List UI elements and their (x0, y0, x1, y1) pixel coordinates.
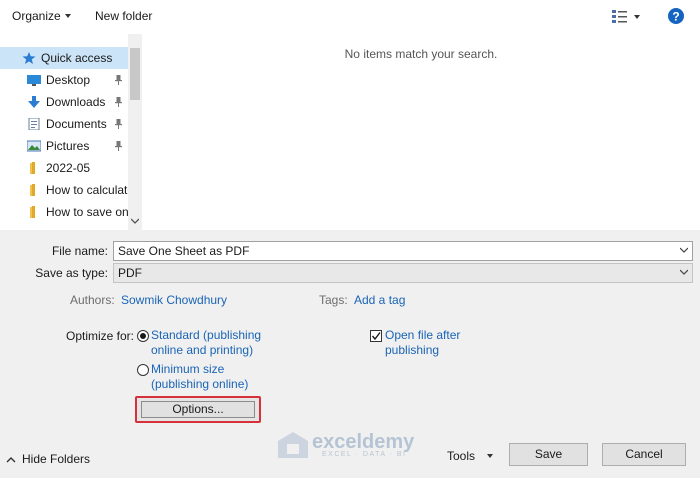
organize-label: Organize (12, 9, 61, 23)
pin-icon[interactable] (115, 141, 122, 151)
chevron-down-icon (487, 454, 494, 458)
tags-label: Tags: (319, 293, 348, 307)
folder-icon (30, 206, 35, 218)
minimum-size-radio[interactable] (137, 364, 149, 376)
minimum-line1: Minimum size (151, 362, 225, 376)
nav-item-pictures[interactable]: Pictures (0, 135, 128, 157)
save-as-type-value: PDF (118, 266, 142, 280)
folder-icon (30, 184, 35, 196)
scrollbar-thumb[interactable] (130, 48, 140, 100)
authors-label: Authors: (70, 293, 115, 307)
cancel-button[interactable]: Cancel (602, 443, 686, 466)
svg-text:?: ? (672, 10, 679, 24)
nav-item-documents[interactable]: Documents (0, 113, 128, 135)
download-icon (28, 96, 40, 108)
add-tag-link[interactable]: Add a tag (354, 293, 405, 307)
help-button[interactable]: ? (668, 8, 684, 27)
chevron-down-icon (680, 247, 688, 253)
save-as-type-select[interactable]: PDF (113, 263, 693, 283)
pictures-icon (27, 140, 41, 152)
file-name-value: Save One Sheet as PDF (118, 244, 250, 258)
watermark-tagline: EXCEL · DATA · BI (322, 450, 407, 458)
file-name-field[interactable]: Save One Sheet as PDF (113, 241, 693, 261)
nav-item-desktop[interactable]: Desktop (0, 69, 128, 91)
minimum-size-option-label[interactable]: Minimum size (publishing online) (151, 362, 248, 392)
nav-item-folder-2022-05[interactable]: 2022-05 (0, 157, 128, 179)
file-name-label: File name: (51, 244, 108, 258)
nav-item-label: 2022-05 (46, 161, 91, 175)
watermark-name: exceldemy (312, 430, 415, 453)
open-after-line1: Open file after (385, 328, 461, 342)
pin-icon[interactable] (115, 97, 122, 107)
nav-item-downloads[interactable]: Downloads (0, 91, 128, 113)
pin-icon[interactable] (115, 119, 122, 129)
toolbar: Organize New folder ? (0, 0, 700, 34)
nav-item-label: Pictures (46, 139, 90, 153)
navigation-pane: Quick access Desktop Downloads Documents… (0, 34, 142, 230)
hide-folders-button[interactable]: Hide Folders (6, 452, 90, 466)
new-folder-button[interactable]: New folder (95, 9, 152, 23)
exceldemy-logo-icon (278, 432, 308, 458)
documents-icon (28, 118, 40, 130)
nav-item-label: Quick access (41, 51, 113, 65)
standard-line2: online and printing) (151, 343, 254, 357)
help-icon: ? (668, 8, 684, 24)
chevron-up-icon (6, 456, 16, 462)
optimize-label: Optimize for: (66, 329, 135, 343)
nav-scrollbar[interactable] (128, 34, 142, 230)
nav-item-label: Desktop (46, 73, 91, 87)
options-button-highlight: Options... (135, 396, 261, 423)
open-after-checkbox[interactable] (370, 330, 382, 342)
nav-item-label: How to save one (46, 205, 128, 219)
open-after-label[interactable]: Open file after publishing (385, 328, 460, 358)
save-form: File name: Save One Sheet as PDF Save as… (0, 230, 700, 478)
view-details-icon (612, 10, 640, 23)
folder-icon (30, 162, 35, 174)
nav-item-label: How to calculate (46, 183, 128, 197)
standard-option-label[interactable]: Standard (publishing online and printing… (151, 328, 261, 358)
empty-message: No items match your search. (344, 47, 498, 61)
open-after-line2: publishing (385, 343, 440, 357)
minimum-line2: (publishing online) (151, 377, 249, 391)
authors-value[interactable]: Sowmik Chowdhury (121, 293, 227, 307)
standard-line1: Standard (publishing (151, 328, 262, 342)
standard-radio[interactable] (137, 330, 149, 342)
watermark-logo: exceldemy EXCEL · DATA · BI (278, 432, 414, 458)
scroll-down-icon[interactable] (131, 218, 139, 224)
nav-item-folder-how-to-calculate[interactable]: How to calculate (0, 179, 128, 201)
save-as-type-label: Save as type: (35, 266, 108, 280)
nav-item-label: Documents (46, 117, 107, 131)
chevron-down-icon (64, 14, 71, 18)
chevron-down-icon (680, 269, 688, 275)
nav-item-folder-how-to-save-one[interactable]: How to save one (0, 201, 128, 223)
checkmark-icon (371, 332, 381, 341)
star-icon (22, 52, 36, 64)
tools-label: Tools (447, 449, 476, 463)
nav-item-quick-access[interactable]: Quick access (0, 47, 128, 69)
file-list[interactable]: No items match your search. (142, 34, 700, 230)
desktop-icon (27, 75, 41, 86)
pin-icon[interactable] (115, 75, 122, 85)
nav-item-label: Downloads (46, 95, 106, 109)
options-button[interactable]: Options... (141, 401, 255, 418)
hide-folders-label: Hide Folders (22, 452, 91, 466)
organize-button[interactable]: Organize (12, 9, 71, 23)
view-button[interactable] (612, 9, 642, 26)
save-button[interactable]: Save (509, 443, 588, 466)
tools-button[interactable]: Tools (447, 449, 494, 463)
